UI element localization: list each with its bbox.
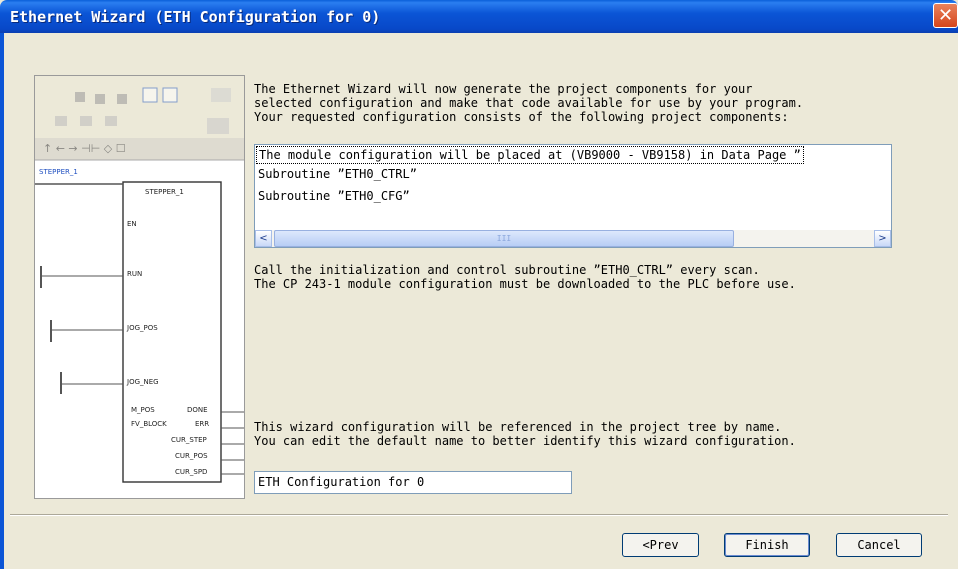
preview-label-err: ERR [195, 420, 210, 428]
naming-line-1: This wizard configuration will be refere… [254, 420, 782, 434]
preview-label-fv-block: FV_BLOCK [131, 420, 167, 428]
intro-line-1: The Ethernet Wizard will now generate th… [254, 82, 753, 96]
ladder-diagram-image: ↑ ← → ⊣⊢ ◇ ☐ [35, 76, 244, 483]
title-bar[interactable]: Ethernet Wizard (ETH Configuration for 0… [0, 0, 958, 33]
intro-line-3: Your requested configuration consists of… [254, 110, 789, 124]
note-line-2: The CP 243-1 module configuration must b… [254, 277, 796, 291]
naming-line-2: You can edit the default name to better … [254, 434, 796, 448]
wizard-dialog: Ethernet Wizard (ETH Configuration for 0… [0, 0, 958, 569]
divider [10, 514, 948, 516]
scroll-right-button[interactable]: > [874, 230, 891, 247]
chevron-left-icon: < [259, 233, 268, 244]
preview-label-done: DONE [187, 406, 208, 414]
svg-text:↑ ← → ⊣⊢ ◇ ☐: ↑ ← → ⊣⊢ ◇ ☐ [43, 142, 126, 155]
close-button[interactable]: ✕ [933, 3, 958, 28]
preview-label-cur-step: CUR_STEP [171, 436, 207, 444]
window-frame-left [0, 33, 4, 569]
preview-label-block: STEPPER_1 [145, 188, 184, 196]
note-line-1: Call the initialization and control subr… [254, 263, 760, 277]
intro-line-2: selected configuration and make that cod… [254, 96, 804, 110]
preview-label-jog-neg: JOG_NEG [127, 378, 159, 386]
grip-icon: III [496, 234, 512, 243]
close-icon: ✕ [937, 5, 954, 26]
preview-label-m-pos: M_POS [131, 406, 155, 414]
wizard-illustration: ↑ ← → ⊣⊢ ◇ ☐ STEPPER_1 STEPPER_1 EN RUN … [34, 75, 245, 499]
cancel-button[interactable]: Cancel [836, 533, 922, 557]
window-title: Ethernet Wizard (ETH Configuration for 0… [10, 8, 381, 26]
scroll-left-button[interactable]: < [255, 230, 272, 247]
horizontal-scrollbar[interactable]: < III > [255, 230, 891, 247]
components-list[interactable]: The module configuration will be placed … [254, 144, 892, 248]
scroll-thumb[interactable]: III [274, 230, 734, 247]
list-item[interactable]: The module configuration will be placed … [256, 146, 804, 164]
preview-label-cur-spd: CUR_SPD [175, 468, 208, 476]
prev-button[interactable]: <Prev [622, 533, 699, 557]
preview-label-en: EN [127, 220, 137, 228]
list-item[interactable]: Subroutine ”ETH0_CTRL” [258, 166, 417, 182]
finish-button[interactable]: Finish [724, 533, 810, 557]
preview-label-instance: STEPPER_1 [39, 168, 78, 176]
preview-label-jog-pos: JOG_POS [127, 324, 158, 332]
chevron-right-icon: > [878, 233, 887, 244]
list-item[interactable]: Subroutine ”ETH0_CFG” [258, 188, 410, 204]
preview-label-cur-pos: CUR_POS [175, 452, 208, 460]
preview-label-run: RUN [127, 270, 143, 278]
configuration-name-input[interactable]: ETH Configuration for 0 [254, 471, 572, 494]
